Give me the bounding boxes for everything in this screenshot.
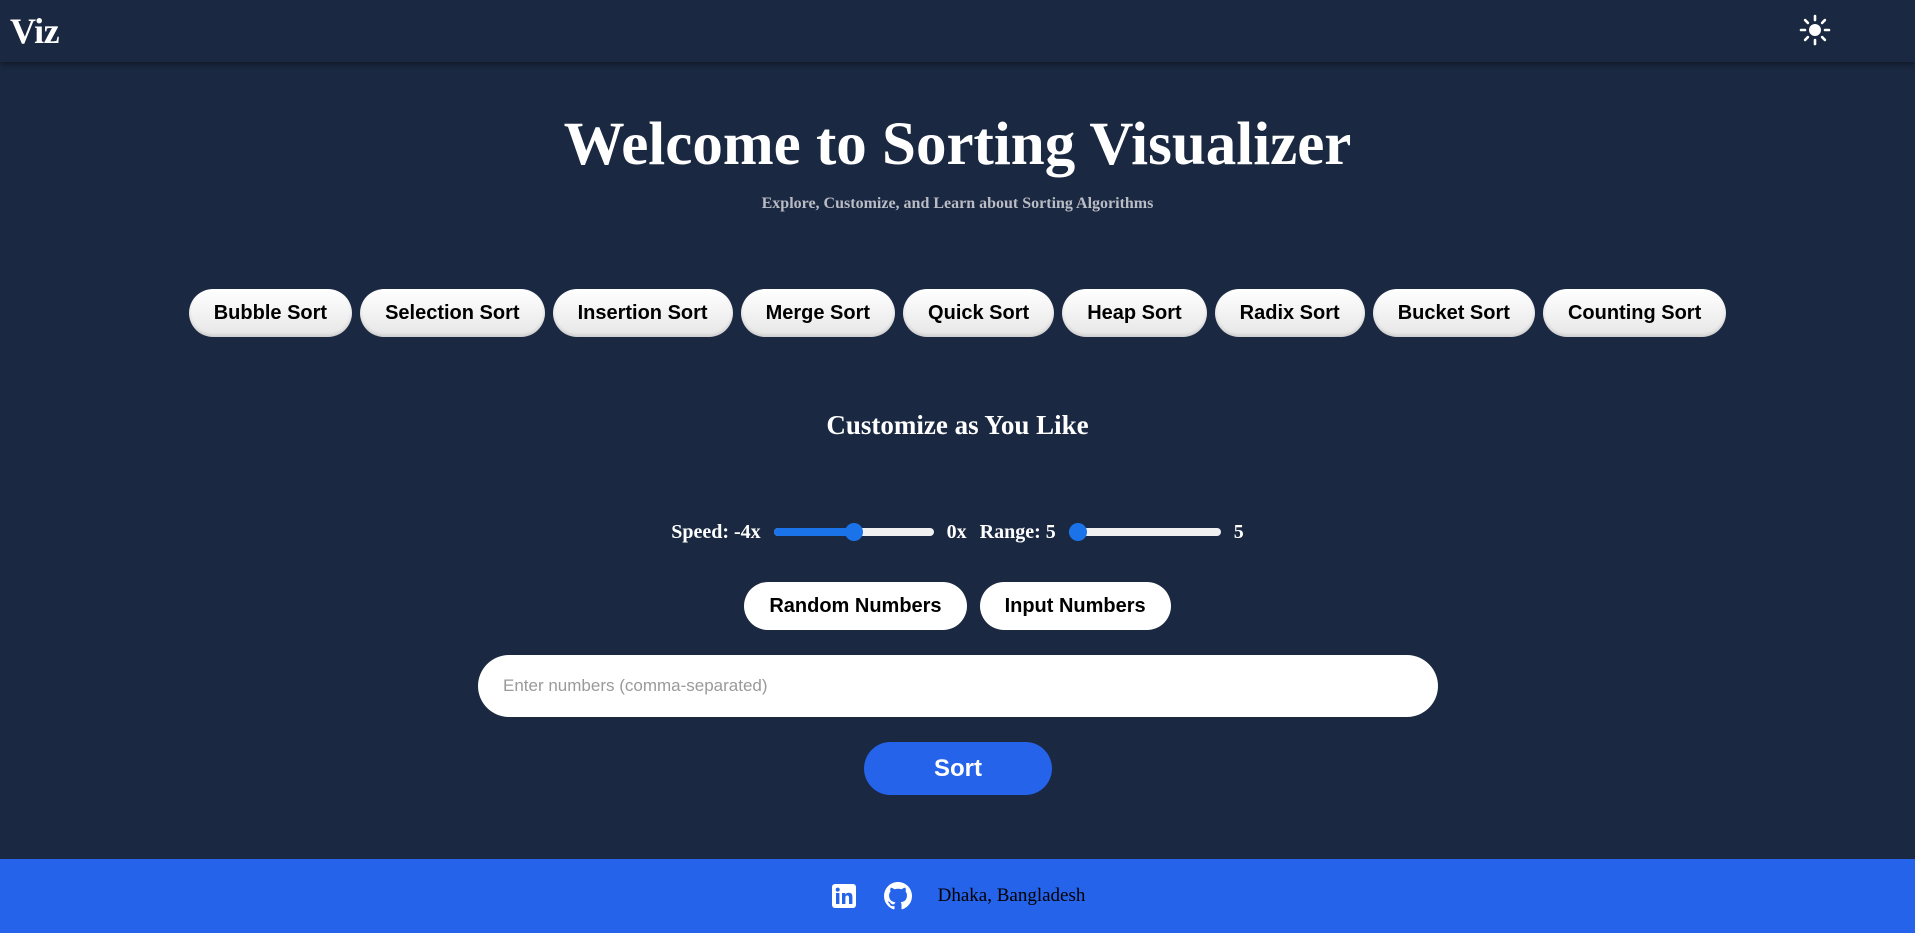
sort-button[interactable]: Sort <box>864 742 1052 795</box>
numbers-input[interactable] <box>478 655 1438 717</box>
quick-sort-button[interactable]: Quick Sort <box>903 289 1055 337</box>
algorithm-buttons: Bubble Sort Selection Sort Insertion Sor… <box>0 289 1915 337</box>
speed-value: 0x <box>946 520 967 543</box>
range-slider[interactable] <box>1068 523 1221 541</box>
page-title: Welcome to Sorting Visualizer <box>563 111 1352 178</box>
customize-controls: Speed: -4x 0x Range: 5 5 <box>0 517 1915 547</box>
range-slider-thumb[interactable] <box>1068 523 1087 541</box>
linkedin-icon[interactable] <box>830 882 858 910</box>
sun-icon[interactable] <box>1799 14 1831 46</box>
footer: Dhaka, Bangladesh <box>0 859 1915 933</box>
bucket-sort-button[interactable]: Bucket Sort <box>1372 289 1535 337</box>
random-numbers-button[interactable]: Random Numbers <box>744 582 967 630</box>
speed-slider[interactable] <box>773 523 934 541</box>
github-icon[interactable] <box>883 882 912 910</box>
range-label: Range: 5 <box>979 520 1056 543</box>
range-value: 5 <box>1233 520 1244 543</box>
number-mode-buttons: Random Numbers Input Numbers <box>0 582 1915 630</box>
bubble-sort-button[interactable]: Bubble Sort <box>188 289 353 337</box>
top-navbar: Viz <box>0 0 1915 62</box>
customize-heading: Customize as You Like <box>826 410 1089 440</box>
speed-slider-fill <box>773 528 854 536</box>
counting-sort-button[interactable]: Counting Sort <box>1542 289 1727 337</box>
speed-slider-thumb[interactable] <box>844 523 863 541</box>
heap-sort-button[interactable]: Heap Sort <box>1062 289 1207 337</box>
input-numbers-button[interactable]: Input Numbers <box>979 582 1171 630</box>
insertion-sort-button[interactable]: Insertion Sort <box>552 289 733 337</box>
footer-location: Dhaka, Bangladesh <box>937 885 1086 906</box>
radix-sort-button[interactable]: Radix Sort <box>1214 289 1365 337</box>
merge-sort-button[interactable]: Merge Sort <box>740 289 896 337</box>
speed-label: Speed: -4x <box>671 520 761 543</box>
page-subtitle: Explore, Customize, and Learn about Sort… <box>761 195 1154 212</box>
selection-sort-button[interactable]: Selection Sort <box>360 289 545 337</box>
logo[interactable]: Viz <box>10 10 60 52</box>
